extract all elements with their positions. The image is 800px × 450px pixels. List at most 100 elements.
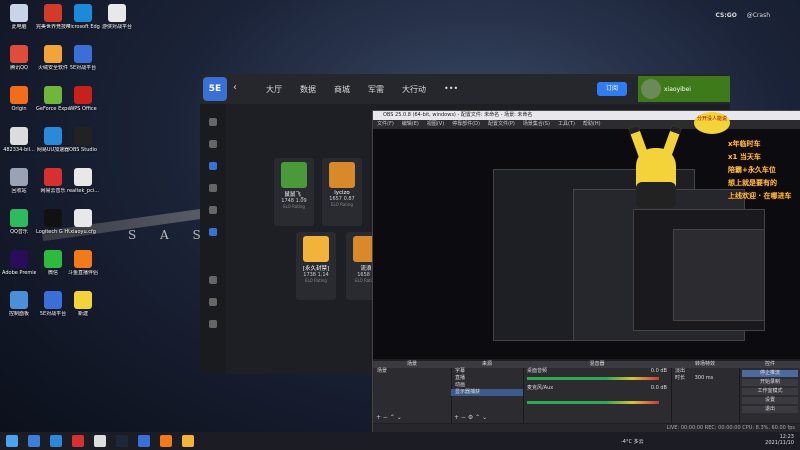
transition-duration[interactable]: 时长 300 ms [671,375,739,382]
player-name: [永久封禁] [302,266,330,272]
transition-type[interactable]: 淡出 [671,368,739,375]
menu-edit[interactable]: 编辑(E) [402,120,419,129]
home-icon[interactable] [209,118,217,126]
desktop-icon-label: WPS Office [69,106,97,112]
desktop-icon-label: 斗鱼直播伴侣 [67,270,98,276]
nav-supply[interactable]: 军需 [368,84,384,95]
taskbar-app-icon[interactable] [116,435,128,447]
taskbar-app-icon[interactable] [160,435,172,447]
desktop-icon-label: 游侠对战平台 [101,24,132,30]
desktop-icon[interactable]: 控制面板 [2,291,36,317]
weather[interactable]: -4°C 多云 [621,438,644,445]
desktop-icon[interactable]: 网易云音乐 [36,168,70,194]
desktop-icon[interactable]: 腾讯QQ [2,45,36,71]
subscribe-button[interactable]: 订阅 [597,82,627,96]
duration-label: 时长 [675,375,686,381]
menu-docks[interactable]: 停靠部件(D) [452,120,480,129]
team-icon[interactable] [209,228,217,236]
desktop-icon[interactable]: OBS Studio [66,127,100,153]
app-icon [44,250,62,268]
desktop-icon[interactable]: WPS Office [66,86,100,112]
volume-meter [527,377,659,380]
desktop-icon[interactable]: 5E对战平台 [66,45,100,71]
start-recording-button[interactable]: 开始录制 [742,379,798,386]
desktop-icon[interactable]: 新建 [66,291,100,317]
menu-file[interactable]: 文件(F) [377,120,394,129]
desktop-icon[interactable]: 完美世界竞技平台 [36,4,70,30]
taskbar-app-icon[interactable] [182,435,194,447]
menu-tools[interactable]: 工具(T) [558,120,575,129]
desktop-icon[interactable]: 482334-bil... [2,127,36,153]
desktop-icon[interactable]: 此电脑 [2,4,36,30]
menu-help[interactable]: 帮助(H) [583,120,601,129]
taskbar-app-icon[interactable] [94,435,106,447]
desktop-icon[interactable]: 5E对战平台 [36,291,70,317]
duration-value[interactable]: 300 ms [695,375,714,381]
taskbar-app-icon[interactable] [50,435,62,447]
stop-streaming-button[interactable]: 停止推流 [742,370,798,377]
versus-icon[interactable] [209,162,217,170]
wifi-icon[interactable] [209,206,217,214]
wallpaper-text: S A S [128,228,211,242]
nav-more[interactable]: ••• [444,84,458,95]
windows-start-icon[interactable] [6,435,18,447]
desktop-icon[interactable]: QQ音乐 [2,209,36,235]
search-icon[interactable] [209,276,217,284]
desktop-icon[interactable]: Origin [2,86,36,112]
player-stat-labels: ELO Rating [296,278,336,283]
sources-add-remove[interactable]: + − ⚙ ⌃ ⌄ [454,414,487,421]
desktop-icon[interactable]: Adobe Premie... [2,250,36,276]
desktop-icon-label: 网易云音乐 [40,188,66,194]
back-icon[interactable]: ‹ [233,82,237,93]
rank-icon[interactable] [209,184,217,192]
source-item[interactable]: 动画 [451,382,523,389]
user-profile[interactable]: xiaoyibei [638,76,730,102]
system-clock[interactable]: 12:23 2021/11/10 [765,434,794,446]
settings-icon[interactable] [209,298,217,306]
exit-button[interactable]: 退出 [742,406,798,413]
nested-preview-4 [673,229,765,321]
desktop-icon[interactable]: 游侠对战平台 [100,4,134,30]
scene-item[interactable]: 场景 [373,368,451,375]
source-item[interactable]: 字幕 [451,368,523,375]
desktop-icon[interactable]: 火绒安全软件 [36,45,70,71]
source-item[interactable]: 显示器捕获 [451,389,523,396]
player-card[interactable]: 鼠鼠飞_ 1748 1.09 ELO Rating [274,158,314,226]
controls-header: 控件 [739,361,800,368]
taskbar-app-icon[interactable] [72,435,84,447]
overlay-line: 陪霸+永久车位 [728,166,776,174]
menu-view[interactable]: 视图(V) [427,120,444,129]
taskbar-app-icon[interactable] [28,435,40,447]
player-card[interactable]: lycizo 1657 0.87 ELO Rating [322,158,362,226]
menu-profile[interactable]: 配置文件(P) [488,120,515,129]
logout-icon[interactable] [209,320,217,328]
desktop-icon[interactable]: Microsoft Edge [66,4,100,30]
app-icon [108,4,126,22]
nav-operation[interactable]: 大行动 [402,84,426,95]
5e-logo[interactable]: 5E [203,77,227,101]
desktop-icon[interactable]: xiaoyu.cfg [66,209,100,235]
taskbar-app-icon[interactable] [138,435,150,447]
elo-label: ELO [283,204,291,209]
nav-data[interactable]: 数据 [300,84,316,95]
desktop-icon-label: Origin [11,106,27,112]
desktop-icon[interactable]: 网易UU加速器 [36,127,70,153]
app-icon [74,127,92,145]
desktop-icon[interactable]: 微信 [36,250,70,276]
desktop-icon[interactable]: 斗鱼直播伴侣 [66,250,100,276]
scenes-add-remove[interactable]: + − ⌃ ⌄ [376,414,402,421]
desktop-icon[interactable]: 回收站 [2,168,36,194]
menu-scene-collection[interactable]: 场景集合(S) [523,120,550,129]
desktop-icon[interactable]: GeForce Experience [36,86,70,112]
friends-icon[interactable] [209,140,217,148]
nav-store[interactable]: 商城 [334,84,350,95]
desktop-icon[interactable]: realtek_pci... [66,168,100,194]
settings-button[interactable]: 设置 [742,397,798,404]
desktop-icon[interactable]: Logitech G HUB [36,209,70,235]
app-icon [44,127,62,145]
source-item[interactable]: 直播 [451,375,523,382]
studio-mode-button[interactable]: 工作室模式 [742,388,798,395]
nav-lobby[interactable]: 大厅 [266,84,282,95]
desktop-icon-label: OBS Studio [69,147,97,153]
player-card[interactable]: [永久封禁] 1738 1.14 ELO Rating [296,232,336,300]
